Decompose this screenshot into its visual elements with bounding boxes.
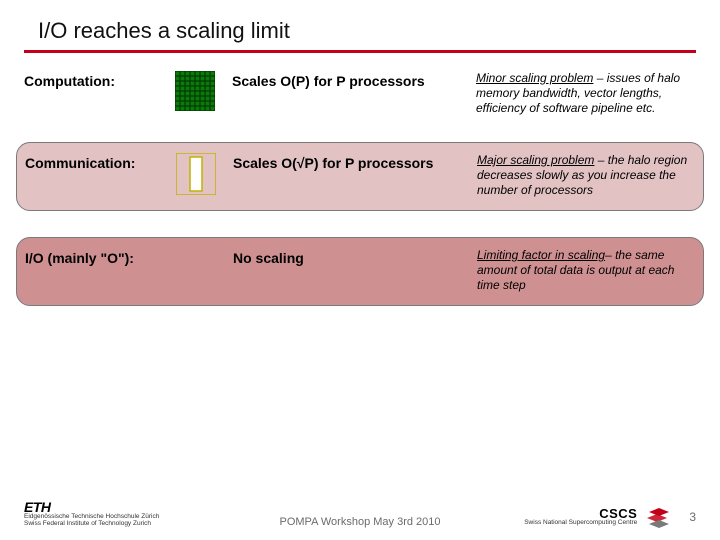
content-rows: Computation: Scales O(P) for P processor… <box>24 71 696 306</box>
row-label: I/O (mainly "O"): <box>25 248 159 266</box>
cscs-text-block: CSCS Swiss National Supercomputing Centr… <box>524 507 637 527</box>
eth-subtitle-2: Swiss Federal Institute of Technology Zu… <box>24 521 159 528</box>
footer-left: ETH Eidgenössische Technische Hochschule… <box>24 500 159 528</box>
slide-title: I/O reaches a scaling limit <box>38 18 696 44</box>
note-lead: Minor scaling problem <box>476 71 593 85</box>
slide: I/O reaches a scaling limit Computation:… <box>0 0 720 540</box>
page-number: 3 <box>689 510 696 524</box>
cscs-subtitle: Swiss National Supercomputing Centre <box>524 520 637 527</box>
row-scaling: No scaling <box>233 248 463 266</box>
row-note: Limiting factor in scaling– the same amo… <box>477 248 695 293</box>
footer-right: CSCS Swiss National Supercomputing Centr… <box>524 506 696 528</box>
row-scaling: Scales O(√P) for P processors <box>233 153 463 171</box>
row-computation: Computation: Scales O(P) for P processor… <box>24 71 696 116</box>
note-lead: Major scaling problem <box>477 153 594 167</box>
row-communication: Communication: Scales O(√P) for P proces… <box>16 142 704 211</box>
eth-logo-text: ETH <box>24 500 159 515</box>
row-io: I/O (mainly "O"): No scaling Limiting fa… <box>16 237 704 306</box>
cscs-logo-text: CSCS <box>599 507 637 521</box>
computation-grid-icon <box>172 71 218 111</box>
title-rule <box>24 50 696 53</box>
note-lead: Limiting factor in scaling <box>477 248 605 262</box>
row-label: Computation: <box>24 71 158 89</box>
row-scaling: Scales O(P) for P processors <box>232 71 462 89</box>
cscs-logo-icon <box>645 506 671 528</box>
communication-halo-icon <box>173 153 219 195</box>
row-note: Minor scaling problem – issues of halo m… <box>476 71 696 116</box>
row-label: Communication: <box>25 153 159 171</box>
row-note: Major scaling problem – the halo region … <box>477 153 695 198</box>
footer-center: POMPA Workshop May 3rd 2010 <box>280 516 441 528</box>
